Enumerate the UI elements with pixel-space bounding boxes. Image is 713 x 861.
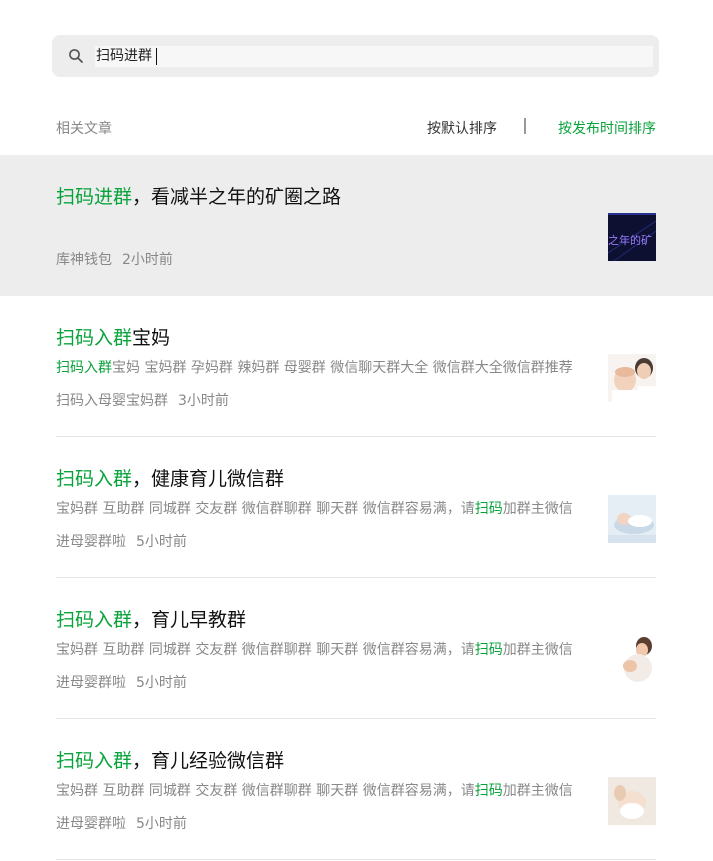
result-thumbnail (608, 777, 656, 825)
result-title: 扫码入群，健康育儿微信群 (56, 464, 284, 491)
result-item[interactable]: 扫码入群宝妈 扫码入群宝妈 宝妈群 孕妈群 辣妈群 母婴群 微信聊天群大全 微信… (0, 296, 713, 437)
result-source: 进母婴群啦 (56, 534, 126, 550)
desc-highlight: 扫码 (474, 501, 503, 517)
result-meta: 库神钱包 2小时前 (56, 249, 173, 269)
desc-highlight: 扫码 (474, 783, 503, 799)
desc-text: 宝妈群 互助群 同城群 交友群 微信群聊群 聊天群 微信群容易满，请 (56, 501, 475, 517)
search-input[interactable] (95, 46, 653, 67)
result-meta: 扫码入母婴宝妈群 3小时前 (56, 390, 229, 410)
search-icon (68, 48, 84, 64)
title-text: ，育儿经验微信群 (132, 750, 285, 772)
desc-text: 加群主微信 (502, 783, 573, 799)
result-source: 进母婴群啦 (56, 816, 126, 832)
result-source: 扫码入母婴宝妈群 (56, 393, 168, 409)
result-title: 扫码进群，看减半之年的矿圈之路 (56, 182, 341, 209)
result-time: 5小时前 (136, 816, 187, 832)
result-thumbnail (608, 354, 656, 402)
result-meta: 进母婴群啦 5小时前 (56, 672, 187, 692)
result-time: 2小时前 (122, 252, 173, 268)
desc-text: 加群主微信 (502, 642, 573, 658)
result-description: 宝妈群 互助群 同城群 交友群 微信群聊群 聊天群 微信群容易满，请扫码加群主微… (56, 639, 588, 659)
result-title: 扫码入群，育儿早教群 (56, 605, 246, 632)
desc-text: 加群主微信 (502, 501, 573, 517)
desc-text: 宝妈 宝妈群 孕妈群 辣妈群 母婴群 微信聊天群大全 微信群大全微信群推荐 (112, 360, 573, 376)
search-bar (52, 35, 659, 77)
result-thumbnail: 之年的矿 (608, 213, 656, 261)
result-thumbnail (608, 636, 656, 684)
result-list: 扫码进群，看减半之年的矿圈之路 库神钱包 2小时前 之年的矿 扫码入群宝妈 扫码入… (0, 155, 713, 860)
title-highlight: 扫码入群 (56, 468, 133, 490)
result-item[interactable]: 扫码入群，健康育儿微信群 宝妈群 互助群 同城群 交友群 微信群聊群 聊天群 微… (0, 437, 713, 578)
sort-by-time-button[interactable]: 按发布时间排序 (558, 118, 656, 138)
result-source: 库神钱包 (56, 252, 112, 268)
title-highlight: 扫码入群 (56, 609, 133, 631)
title-text: 宝妈 (132, 327, 171, 349)
desc-text: 宝妈群 互助群 同城群 交友群 微信群聊群 聊天群 微信群容易满，请 (56, 642, 475, 658)
sort-divider (524, 118, 526, 134)
desc-text: 宝妈群 互助群 同城群 交友群 微信群聊群 聊天群 微信群容易满，请 (56, 783, 475, 799)
title-text: ，育儿早教群 (132, 609, 247, 631)
title-text: ，看减半之年的矿圈之路 (132, 186, 342, 208)
title-highlight: 扫码入群 (56, 750, 133, 772)
divider (56, 859, 656, 860)
result-source: 进母婴群啦 (56, 675, 126, 691)
title-highlight: 扫码进群 (56, 186, 133, 208)
filter-row: 相关文章 按默认排序 按发布时间排序 (56, 118, 656, 138)
result-description: 宝妈群 互助群 同城群 交友群 微信群聊群 聊天群 微信群容易满，请扫码加群主微… (56, 498, 588, 518)
desc-highlight: 扫码入群 (56, 360, 112, 376)
result-meta: 进母婴群啦 5小时前 (56, 813, 187, 833)
text-cursor (156, 48, 157, 65)
result-title: 扫码入群宝妈 (56, 323, 170, 350)
result-item[interactable]: 扫码进群，看减半之年的矿圈之路 库神钱包 2小时前 之年的矿 (0, 155, 713, 296)
desc-highlight: 扫码 (474, 642, 503, 658)
result-description: 扫码入群宝妈 宝妈群 孕妈群 辣妈群 母婴群 微信聊天群大全 微信群大全微信群推… (56, 357, 588, 377)
result-item[interactable]: 扫码入群，育儿早教群 宝妈群 互助群 同城群 交友群 微信群聊群 聊天群 微信群… (0, 578, 713, 719)
result-description: 宝妈群 互助群 同城群 交友群 微信群聊群 聊天群 微信群容易满，请扫码加群主微… (56, 780, 588, 800)
result-time: 5小时前 (136, 675, 187, 691)
related-articles-label: 相关文章 (56, 121, 112, 137)
sort-default-button[interactable]: 按默认排序 (427, 118, 497, 138)
result-meta: 进母婴群啦 5小时前 (56, 531, 187, 551)
result-title: 扫码入群，育儿经验微信群 (56, 746, 284, 773)
thumbnail-text: 之年的矿 (608, 233, 652, 247)
title-text: ，健康育儿微信群 (132, 468, 285, 490)
result-time: 5小时前 (136, 534, 187, 550)
result-thumbnail (608, 495, 656, 543)
result-item[interactable]: 扫码入群，育儿经验微信群 宝妈群 互助群 同城群 交友群 微信群聊群 聊天群 微… (0, 719, 713, 860)
result-time: 3小时前 (178, 393, 229, 409)
title-highlight: 扫码入群 (56, 327, 133, 349)
